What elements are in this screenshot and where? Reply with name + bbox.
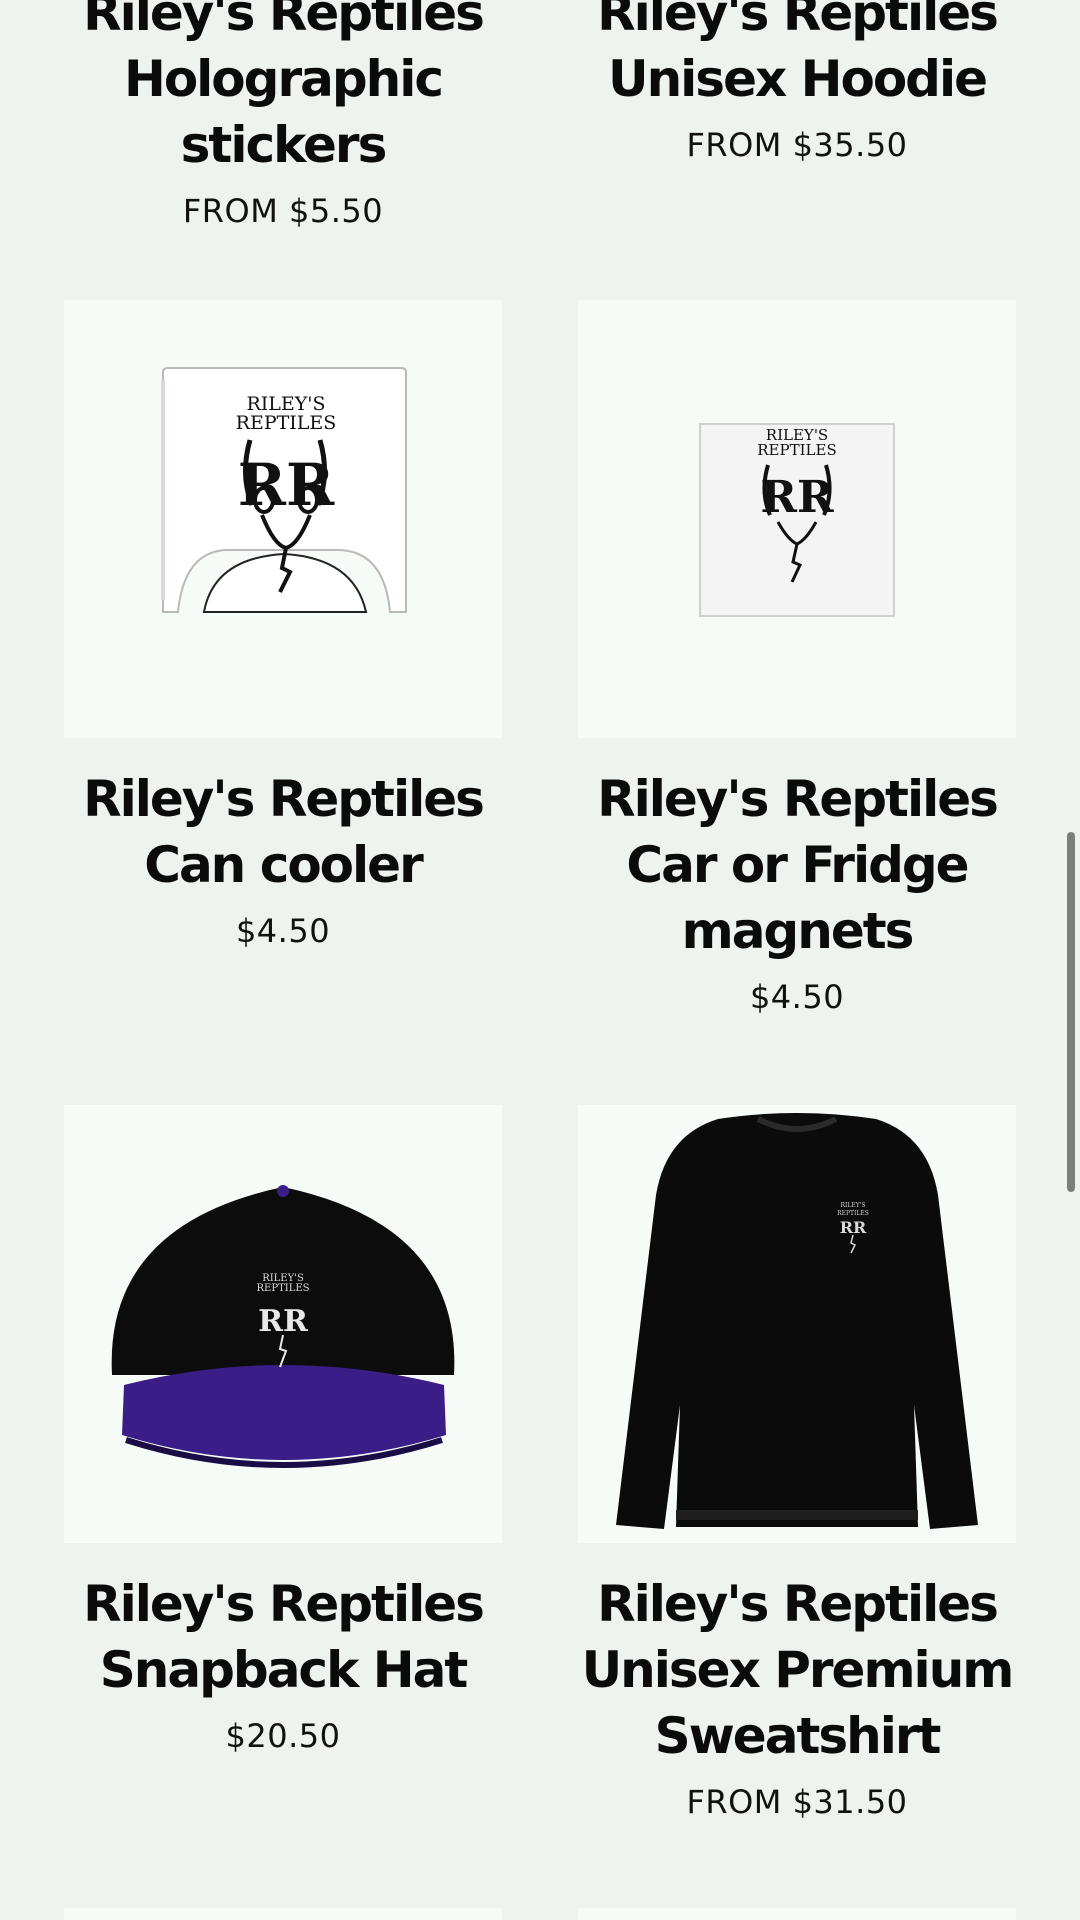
- product-card-next[interactable]: [64, 1908, 502, 1920]
- product-title[interactable]: Riley's Reptiles Can cooler: [64, 766, 502, 898]
- product-title-line: Riley's Reptiles: [597, 770, 999, 828]
- product-title-line: Unisex Hoodie: [607, 50, 988, 108]
- product-title-line: Holographic: [123, 50, 444, 108]
- product-card-magnets[interactable]: RILEY'S REPTILES RR Riley's Reptiles Car…: [578, 300, 1016, 1016]
- product-price: FROM $31.50: [686, 1783, 908, 1821]
- svg-text:RR: RR: [258, 1304, 309, 1339]
- product-price: $4.50: [235, 912, 331, 950]
- product-card-unisex-hoodie[interactable]: Riley's Reptiles Unisex Hoodie FROM $35.…: [578, 0, 1016, 164]
- magnet-image: RILEY'S REPTILES RR: [699, 423, 895, 617]
- svg-text:RR: RR: [840, 1218, 867, 1237]
- product-title[interactable]: Riley's Reptiles Holographic stickers: [64, 0, 502, 178]
- product-image[interactable]: RILEY'S REPTILES RR: [64, 1105, 502, 1543]
- svg-text:RR: RR: [760, 472, 834, 523]
- product-card-holographic-stickers[interactable]: Riley's Reptiles Holographic stickers FR…: [64, 0, 502, 230]
- product-title[interactable]: Riley's Reptiles Unisex Hoodie: [578, 0, 1016, 112]
- product-title-line: magnets: [681, 902, 915, 960]
- product-title[interactable]: Riley's Reptiles Snapback Hat: [64, 1571, 502, 1703]
- product-price: FROM $5.50: [182, 192, 384, 230]
- product-card-premium-sweatshirt[interactable]: RILEY'S REPTILES RR Riley's Reptiles Uni…: [578, 1105, 1016, 1821]
- product-title-line: Sweatshirt: [654, 1707, 942, 1765]
- product-image[interactable]: RILEY'S REPTILES RR: [578, 1105, 1016, 1543]
- product-grid: Riley's Reptiles Holographic stickers FR…: [0, 0, 1080, 1920]
- can-cooler-image: RILEY'S REPTILES RR: [161, 367, 407, 613]
- product-title[interactable]: Riley's Reptiles Car or Fridge magnets: [578, 766, 1016, 964]
- product-title[interactable]: Riley's Reptiles Unisex Premium Sweatshi…: [578, 1571, 1016, 1769]
- product-title-line: Riley's Reptiles: [597, 0, 999, 42]
- snapback-hat-image: RILEY'S REPTILES RR: [111, 1185, 455, 1468]
- svg-text:REPTILES: REPTILES: [236, 412, 337, 434]
- product-price: $20.50: [225, 1717, 341, 1755]
- svg-text:RILEY'S: RILEY'S: [841, 1202, 866, 1209]
- product-title-line: Snapback Hat: [99, 1641, 468, 1699]
- product-title-line: stickers: [180, 116, 388, 174]
- product-price: FROM $35.50: [686, 126, 908, 164]
- product-card-can-cooler[interactable]: RILEY'S REPTILES RR Riley's Reptiles Can…: [64, 300, 502, 950]
- product-title-line: Riley's Reptiles: [597, 1575, 999, 1633]
- product-title-line: Riley's Reptiles: [83, 1575, 485, 1633]
- product-title-line: Riley's Reptiles: [83, 770, 485, 828]
- svg-text:REPTILES: REPTILES: [837, 1210, 869, 1217]
- svg-text:REPTILES: REPTILES: [257, 1283, 310, 1294]
- product-image[interactable]: RILEY'S REPTILES RR: [578, 300, 1016, 738]
- scrollbar-thumb[interactable]: [1067, 832, 1075, 1192]
- product-card-next[interactable]: [578, 1908, 1016, 1920]
- svg-text:RR: RR: [238, 451, 335, 519]
- product-price: $4.50: [749, 978, 845, 1016]
- product-title-line: Riley's Reptiles: [83, 0, 485, 42]
- sweatshirt-image: RILEY'S REPTILES RR: [616, 1113, 978, 1529]
- svg-text:REPTILES: REPTILES: [757, 441, 836, 459]
- product-card-snapback-hat[interactable]: RILEY'S REPTILES RR Riley's Reptiles Sna…: [64, 1105, 502, 1755]
- product-title-line: Unisex Premium: [581, 1641, 1015, 1699]
- product-title-line: Car or Fridge: [626, 836, 969, 894]
- product-title-line: Can cooler: [144, 836, 424, 894]
- product-image[interactable]: RILEY'S REPTILES RR: [64, 300, 502, 738]
